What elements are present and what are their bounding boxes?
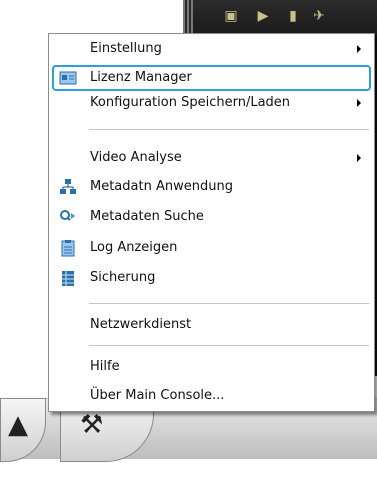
menu-separator bbox=[89, 345, 369, 346]
menu-item-ueber-main-console[interactable]: Über Main Console... bbox=[52, 383, 371, 409]
submenu-arrow-icon bbox=[357, 99, 361, 107]
satellite-icon[interactable]: ✈ bbox=[311, 4, 327, 28]
menu-item-sicherung[interactable]: Sicherung bbox=[52, 265, 371, 291]
menu-item-label: Log Anzeigen bbox=[90, 240, 178, 255]
menu-item-label: Sicherung bbox=[90, 270, 156, 285]
menu-item-einstellung[interactable]: Einstellung bbox=[52, 36, 371, 62]
menu-item-label: Konfiguration Speichern/Laden bbox=[90, 95, 291, 110]
menu-item-label: Video Analyse bbox=[90, 150, 182, 165]
menu-item-label: Metadaten Suche bbox=[90, 209, 204, 224]
menu-item-log-anzeigen[interactable]: Log Anzeigen bbox=[52, 235, 371, 261]
menu-item-video-analyse[interactable]: Video Analyse bbox=[52, 145, 371, 171]
alarm-icon: ▲ bbox=[8, 410, 28, 440]
menu-item-label: Hilfe bbox=[90, 359, 120, 374]
menu-item-konfiguration[interactable]: Konfiguration Speichern/Laden bbox=[52, 90, 371, 116]
license-card-icon bbox=[59, 69, 77, 87]
playback-icon[interactable]: ▶ bbox=[255, 4, 271, 28]
submenu-arrow-icon bbox=[357, 154, 361, 162]
menu-item-netzwerkdienst[interactable]: Netzwerkdienst bbox=[52, 312, 371, 338]
menu-item-label: Einstellung bbox=[90, 41, 162, 56]
search-arrow-icon bbox=[59, 208, 77, 226]
hammer-icon: ⚒ bbox=[80, 410, 104, 440]
network-tree-icon bbox=[59, 178, 77, 196]
menu-separator bbox=[89, 303, 369, 304]
device-icon[interactable]: ▮ bbox=[285, 4, 301, 28]
menu-separator bbox=[89, 129, 369, 130]
menu-item-label: Metadatn Anwendung bbox=[90, 179, 233, 194]
clipboard-log-icon bbox=[59, 239, 77, 257]
menu-item-lizenz-manager[interactable]: Lizenz Manager bbox=[52, 65, 371, 91]
menu-item-label: Netzwerkdienst bbox=[90, 317, 192, 332]
backup-table-icon bbox=[59, 269, 77, 287]
submenu-arrow-icon bbox=[357, 45, 361, 53]
menu-item-label: Über Main Console... bbox=[90, 388, 225, 403]
menu-item-label: Lizenz Manager bbox=[90, 70, 192, 85]
menu-item-metadatn-anwendung[interactable]: Metadatn Anwendung bbox=[52, 174, 371, 200]
context-menu: Einstellung Lizenz Manager Konfiguration… bbox=[48, 33, 375, 412]
monitor-icon[interactable]: ▣ bbox=[223, 4, 239, 28]
menu-item-hilfe[interactable]: Hilfe bbox=[52, 354, 371, 380]
menu-item-metadaten-suche[interactable]: Metadaten Suche bbox=[52, 204, 371, 230]
